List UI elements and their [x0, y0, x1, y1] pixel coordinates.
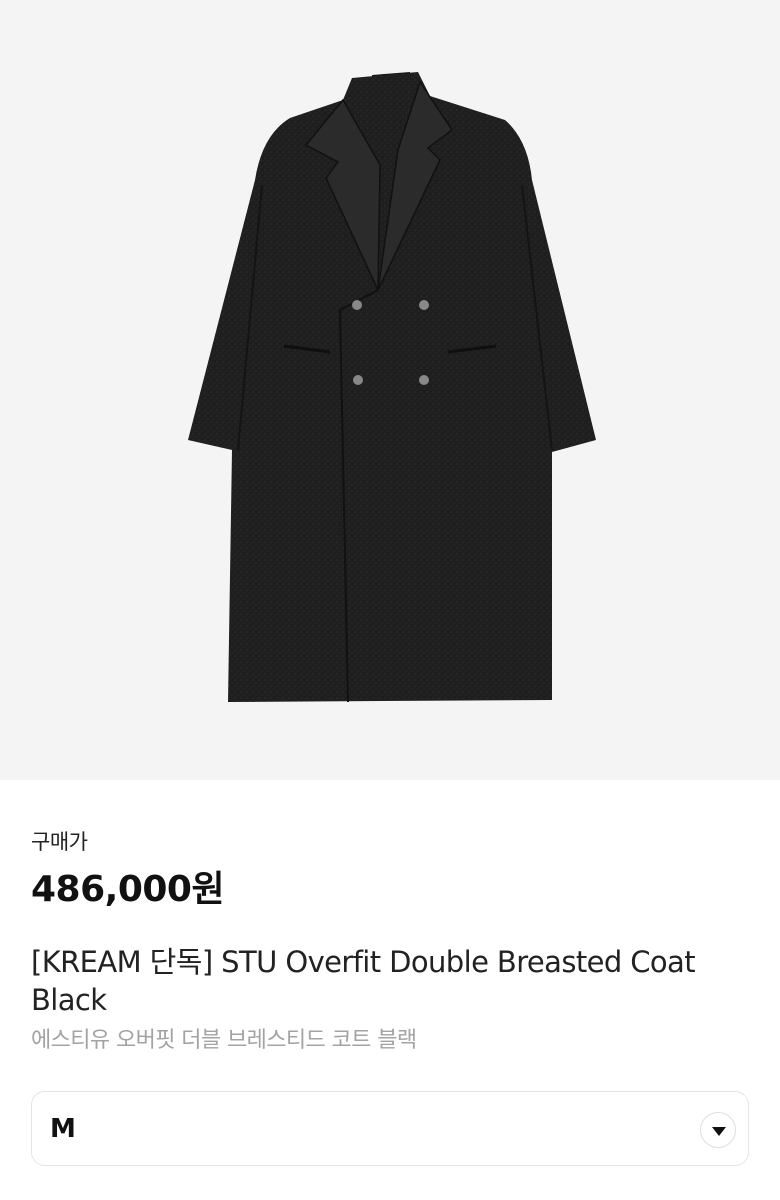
- coat-image: [188, 72, 596, 703]
- price-label: 구매가: [31, 830, 88, 854]
- price-value: 486,000원: [31, 869, 225, 910]
- size-select[interactable]: M: [31, 1091, 749, 1166]
- product-subtitle: 에스티유 오버핏 더블 브레스티드 코트 블랙: [31, 1028, 417, 1053]
- product-title: [KREAM 단독] STU Overfit Double Breasted C…: [31, 945, 696, 1017]
- size-select-value: M: [50, 1114, 76, 1144]
- chevron-down-icon[interactable]: [700, 1112, 736, 1148]
- product-image-area: [0, 0, 780, 780]
